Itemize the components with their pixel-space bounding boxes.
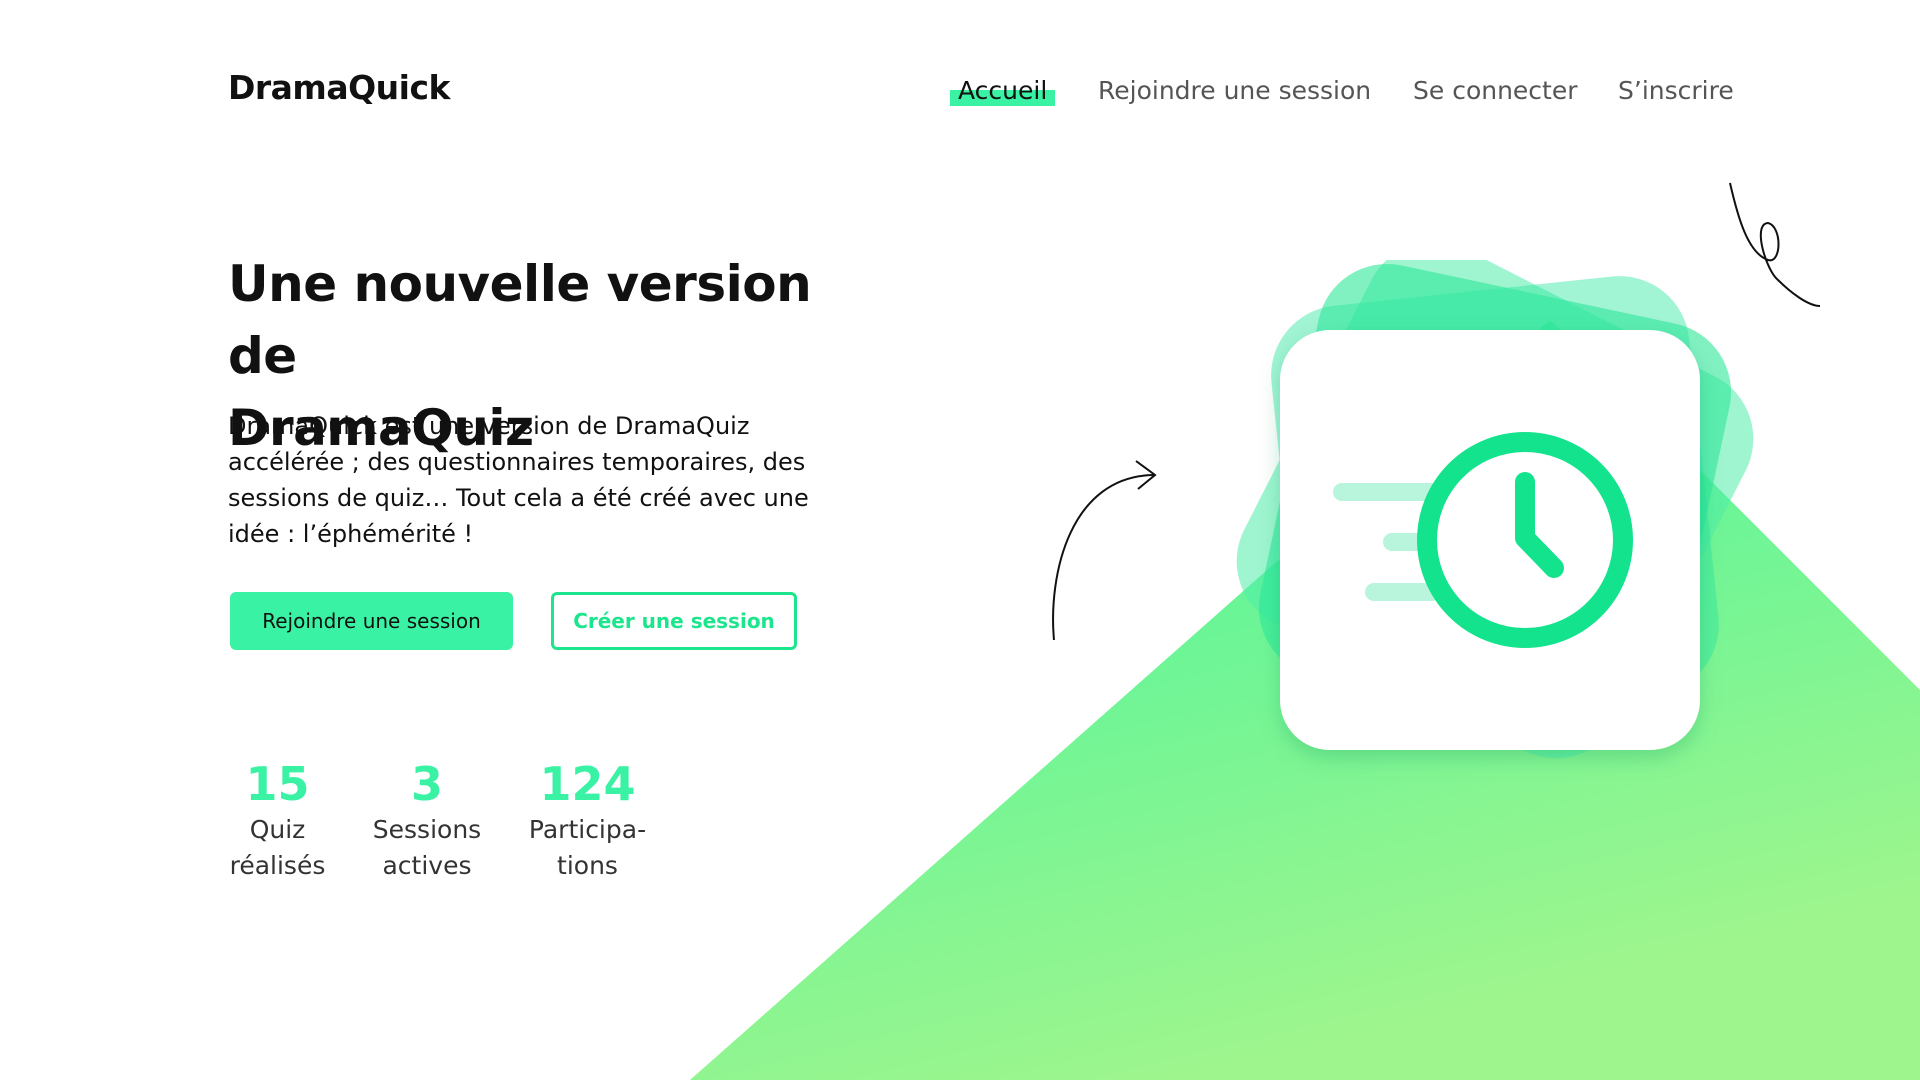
stat-label-line-1: Sessions [372, 815, 482, 844]
nav-item-se-connecter[interactable]: Se connecter [1413, 76, 1578, 105]
stat-label-line-2: réalisés [229, 851, 326, 880]
stat-participations: 124 Participa- tions [515, 756, 660, 884]
stat-value: 3 [410, 757, 443, 811]
front-card [1280, 330, 1700, 750]
clock-app-illustration [1236, 260, 1754, 759]
stat-sessions-actives: 3 Sessions actives [362, 756, 492, 884]
stat-label-line-2: actives [382, 851, 472, 880]
stat-label-line-2: tions [557, 851, 618, 880]
hero-title-line-1: Une nouvelle version de [228, 255, 812, 385]
stat-label-line-1: Quiz [249, 815, 306, 844]
curved-arrow-doodle [1052, 460, 1157, 641]
join-session-button[interactable]: Rejoindre une session [230, 592, 513, 650]
create-session-button[interactable]: Créer une session [551, 592, 797, 650]
hero-description: DramaQuick est une version de DramaQuiz … [228, 412, 809, 548]
nav-item-accueil[interactable]: Accueil [949, 76, 1056, 106]
stat-quiz-realises: 15 Quiz réalisés [220, 756, 335, 884]
brand-logo[interactable]: DramaQuick [228, 68, 450, 107]
stat-value: 15 [245, 757, 310, 811]
stat-label-line-1: Participa- [528, 815, 647, 844]
nav-item-rejoindre-une-session[interactable]: Rejoindre une session [1098, 76, 1371, 105]
nav-item-sinscrire[interactable]: S’inscrire [1618, 76, 1734, 105]
stat-value: 124 [539, 757, 636, 811]
